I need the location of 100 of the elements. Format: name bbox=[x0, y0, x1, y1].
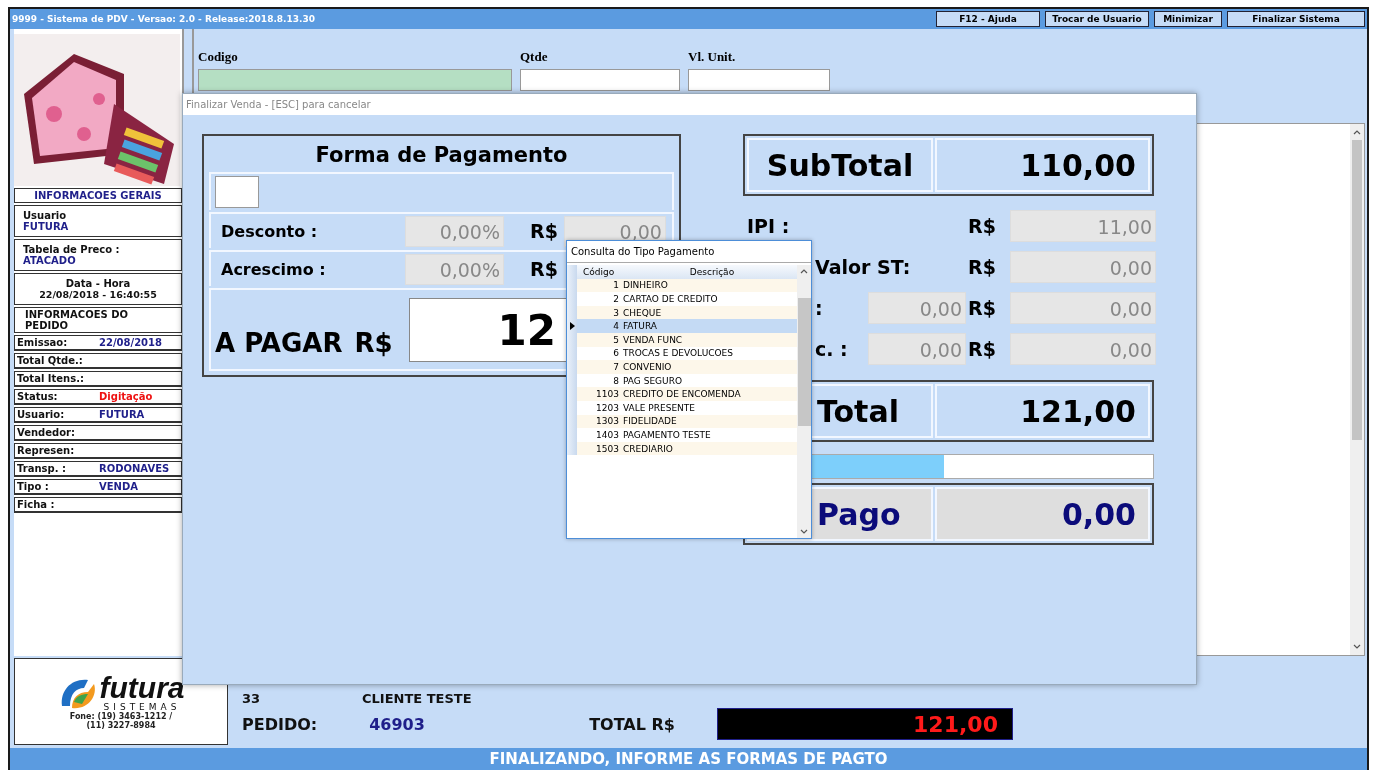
table-cell-text: 1203 bbox=[595, 402, 620, 413]
table-cell-text: 3 bbox=[612, 307, 620, 318]
scroll-thumb[interactable] bbox=[1352, 139, 1362, 440]
amount-due-label: A PAGAR bbox=[215, 327, 343, 358]
popup-title: Consulta do Tipo Pagamento bbox=[571, 246, 715, 257]
field-label: Tabela de Preco : bbox=[23, 244, 121, 255]
client-code: 33 bbox=[242, 691, 262, 706]
field-value: FUTURA bbox=[23, 221, 70, 232]
table-cell-text: PAG SEGURO bbox=[623, 375, 683, 386]
field-label: Emissao: bbox=[17, 337, 69, 348]
info-heading: INFORMACOES DO PEDIDO bbox=[14, 307, 182, 333]
currency-label: R$ bbox=[968, 256, 997, 278]
logo-name: futura bbox=[99, 673, 185, 702]
field-value: 22/08/2018 bbox=[99, 337, 162, 348]
total-label: TOTAL R$ bbox=[589, 714, 675, 734]
scrollbar[interactable] bbox=[1350, 124, 1364, 655]
paid-value: 0,00 bbox=[935, 487, 1150, 541]
row-pointer-icon bbox=[569, 322, 575, 331]
field-label: Qtde bbox=[520, 49, 549, 65]
table-cell-text: CONVENIO bbox=[623, 361, 673, 372]
scroll-down-icon[interactable] bbox=[800, 529, 808, 535]
phone-text: (11) 3227-8984 bbox=[86, 720, 156, 730]
table-cell-text: 4 bbox=[612, 321, 620, 332]
field-label: Codigo bbox=[198, 49, 239, 65]
list-row[interactable]: 4 FATURA bbox=[567, 319, 797, 333]
order-number: 46903 bbox=[369, 714, 426, 734]
window-title: 9999 - Sistema de PDV - Versao: 2.0 - Release:2018.8.13.30 bbox=[12, 14, 315, 24]
field-label: Ficha : bbox=[17, 499, 56, 510]
logo-tagline: SISTEMAS bbox=[103, 701, 181, 712]
total-value: 121,00 bbox=[935, 384, 1150, 438]
title-bar-button[interactable]: Minimizar bbox=[1154, 11, 1222, 27]
scrollbar[interactable] bbox=[797, 265, 811, 538]
table-cell-text: 1303 bbox=[595, 416, 620, 427]
field-value: FUTURA bbox=[99, 409, 145, 420]
field-label: IPI : bbox=[747, 215, 791, 237]
field-label: Vl. Unit. bbox=[688, 49, 737, 65]
scroll-thumb[interactable] bbox=[797, 298, 811, 426]
panel-heading: Forma de Pagamento bbox=[314, 142, 569, 169]
field-label: Transp. : bbox=[17, 463, 67, 474]
field-label: c. : bbox=[815, 338, 849, 360]
scroll-up-icon[interactable] bbox=[800, 268, 808, 274]
table-cell-text: DINHEIRO bbox=[623, 280, 669, 291]
table-cell-text: 6 bbox=[612, 348, 620, 359]
unit-price-field[interactable] bbox=[688, 69, 830, 91]
phone-text: Fone: (19) 3463-1212 / bbox=[69, 711, 173, 721]
scroll-down-icon[interactable] bbox=[1353, 644, 1361, 650]
currency-label: R$ bbox=[968, 297, 997, 319]
title-bar-button[interactable]: Finalizar Sistema bbox=[1227, 11, 1365, 27]
field-value: 22/08/2018 - 16:40:55 bbox=[39, 289, 157, 300]
field-label: Vendedor: bbox=[17, 427, 76, 438]
table-cell-text: PAGAMENTO TESTE bbox=[623, 429, 712, 440]
client-name: CLIENTE TESTE bbox=[362, 691, 472, 706]
table-cell-text: 7 bbox=[612, 361, 620, 372]
quantity-field[interactable] bbox=[520, 69, 680, 91]
total-display: 121,00 bbox=[716, 708, 1013, 740]
field-label: Desconto : bbox=[220, 221, 319, 241]
currency-label: R$ bbox=[968, 215, 997, 237]
field-label: Valor ST: bbox=[815, 256, 912, 278]
table-cell-text: CREDIARIO bbox=[623, 443, 674, 454]
table-cell-text: 1503 bbox=[595, 443, 620, 454]
field-value: ATACADO bbox=[23, 255, 77, 266]
currency-label: R$ bbox=[354, 327, 393, 358]
field-label: Total Qtde.: bbox=[17, 355, 84, 366]
dialog-title: Finalizar Venda - [ESC] para cancelar bbox=[186, 99, 371, 110]
field-label: Total Itens.: bbox=[17, 373, 85, 384]
table-cell-text: VALE PRESENTE bbox=[623, 402, 696, 413]
table-cell-text: 5 bbox=[612, 334, 620, 345]
table-cell-text: 2 bbox=[612, 294, 620, 304]
currency-label: R$ bbox=[968, 338, 997, 360]
field-value: VENDA bbox=[99, 481, 138, 492]
field-value: RODONAVES bbox=[99, 463, 170, 474]
table-cell-text: FIDELIDADE bbox=[623, 416, 678, 427]
title-bar-button[interactable]: Trocar de Usuario bbox=[1045, 11, 1149, 27]
info-heading: INFORMACOES GERAIS bbox=[14, 188, 182, 203]
subtotal-value: 110,00 bbox=[935, 138, 1150, 192]
table-cell-text: 8 bbox=[612, 375, 620, 386]
row-selector bbox=[567, 265, 577, 279]
table-cell-text: 1 bbox=[612, 280, 620, 291]
subtotal-label: SubTotal bbox=[747, 138, 933, 192]
field-label: Usuario bbox=[23, 210, 68, 221]
order-label: PEDIDO: bbox=[242, 714, 318, 734]
table-cell-text: 1103 bbox=[595, 389, 620, 400]
field-label: Represen: bbox=[17, 445, 76, 456]
field-label: Acrescimo : bbox=[220, 259, 327, 279]
table-cell-text: CREDITO DE ENCOMENDA bbox=[623, 389, 742, 400]
field-label: : bbox=[815, 297, 824, 319]
currency-label: R$ bbox=[530, 258, 558, 280]
field-label: Status: bbox=[17, 391, 59, 402]
list-row[interactable]: 7 CONVENIO bbox=[567, 360, 797, 374]
currency-label: R$ bbox=[530, 220, 558, 242]
column-header[interactable]: Descrição bbox=[627, 266, 797, 277]
scroll-up-icon[interactable] bbox=[1353, 129, 1361, 135]
column-header[interactable]: Código bbox=[577, 266, 627, 277]
title-bar-button[interactable]: F12 - Ajuda bbox=[936, 11, 1040, 27]
code-field[interactable] bbox=[198, 69, 512, 91]
field-label: Usuario: bbox=[17, 409, 66, 420]
status-bar: FINALIZANDO, INFORME AS FORMAS DE PAGTO bbox=[10, 748, 1367, 770]
payment-code-field[interactable] bbox=[215, 176, 259, 208]
field-value: Digitação bbox=[99, 391, 153, 402]
list-row[interactable]: 1103 CREDITO DE ENCOMENDA bbox=[567, 387, 797, 401]
